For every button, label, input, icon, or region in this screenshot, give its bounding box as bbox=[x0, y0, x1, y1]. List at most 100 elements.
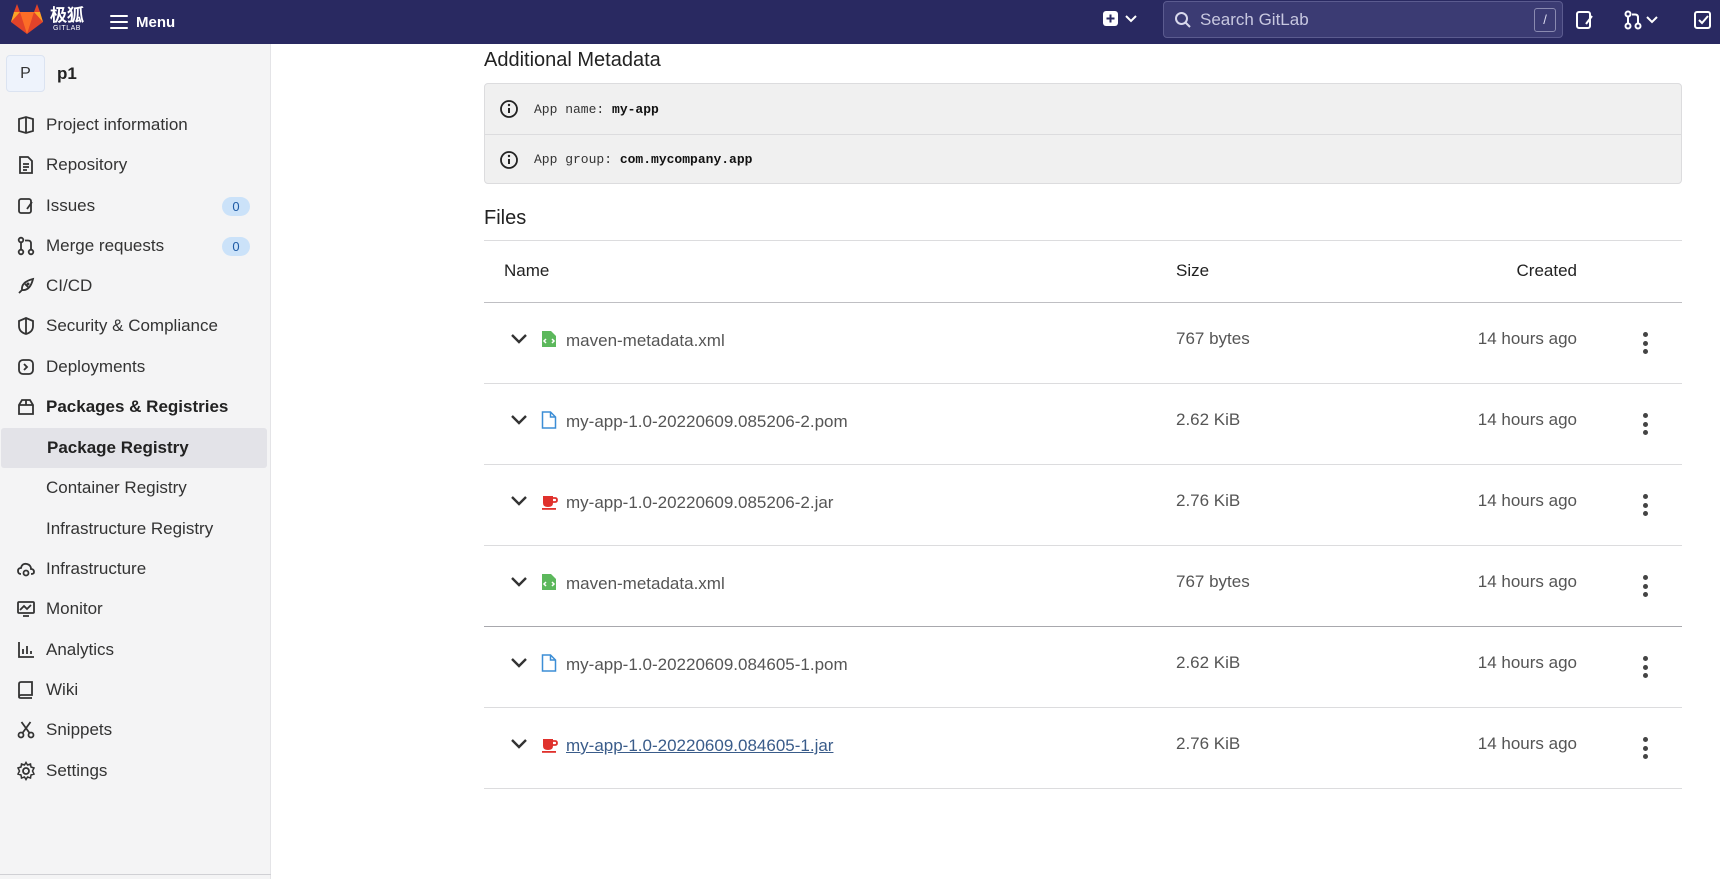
merge-requests-nav-button[interactable] bbox=[1623, 10, 1659, 35]
search-shortcut-key: / bbox=[1534, 7, 1556, 32]
sidebar-item-merge-requests[interactable]: Merge requests 0 bbox=[0, 226, 267, 266]
file-created-time: 14 hours ago bbox=[1477, 734, 1577, 753]
xml-file-icon bbox=[542, 331, 556, 347]
file-name-link[interactable]: maven-metadata.xml bbox=[566, 331, 725, 351]
xml-file-icon bbox=[542, 574, 556, 590]
chevron-down-icon[interactable] bbox=[510, 657, 528, 669]
more-actions-button[interactable] bbox=[1642, 494, 1648, 516]
metadata-text: App name: my-app bbox=[534, 102, 659, 117]
sidebar-subitem-package-registry[interactable]: Package Registry bbox=[1, 428, 267, 468]
sidebar-item-label: Settings bbox=[46, 761, 108, 780]
metadata-heading: Additional Metadata bbox=[484, 49, 661, 71]
search-icon bbox=[1175, 11, 1191, 28]
file-name-link[interactable]: maven-metadata.xml bbox=[566, 574, 725, 594]
sidebar-item-label: Deployments bbox=[46, 357, 146, 376]
sidebar-item-monitor[interactable]: Monitor bbox=[0, 589, 267, 629]
sidebar-item-wiki[interactable]: Wiki bbox=[0, 670, 267, 710]
file-size: 767 bytes bbox=[1176, 572, 1250, 591]
issues-nav-button[interactable] bbox=[1575, 10, 1595, 35]
chevron-down-icon[interactable] bbox=[510, 333, 528, 345]
issues-icon bbox=[18, 198, 33, 214]
chevron-down-icon[interactable] bbox=[510, 738, 528, 750]
issues-icon bbox=[1576, 11, 1593, 29]
chevron-down-icon[interactable] bbox=[510, 495, 528, 507]
sidebar-item-project-information[interactable]: Project information bbox=[0, 105, 267, 145]
table-row: my-app-1.0-20220609.085206-2.jar 2.76 Ki… bbox=[484, 465, 1682, 546]
metadata-value: com.mycompany.app bbox=[619, 152, 753, 167]
file-name-link[interactable]: my-app-1.0-20220609.084605-1.jar bbox=[566, 736, 833, 756]
table-row: maven-metadata.xml 767 bytes 14 hours ag… bbox=[484, 546, 1682, 627]
sidebar-item-ci-cd[interactable]: CI/CD bbox=[0, 266, 267, 306]
sidebar-item-label: Wiki bbox=[46, 680, 79, 699]
todo-check-icon bbox=[1694, 11, 1711, 29]
book-icon bbox=[18, 681, 33, 699]
file-size: 2.76 KiB bbox=[1176, 491, 1241, 510]
sidebar-item-analytics[interactable]: Analytics bbox=[0, 630, 267, 670]
more-actions-button[interactable] bbox=[1642, 413, 1648, 435]
project-icon bbox=[18, 116, 34, 134]
search-placeholder: Search GitLab bbox=[1200, 9, 1309, 29]
hamburger-icon bbox=[110, 15, 128, 29]
new-dropdown-button[interactable] bbox=[1102, 10, 1140, 33]
more-actions-button[interactable] bbox=[1642, 737, 1648, 759]
sidebar-item-label: Project information bbox=[46, 115, 188, 134]
gitlab-logo[interactable]: 极狐 GITLAB bbox=[10, 3, 84, 35]
sidebar-item-label: Container Registry bbox=[46, 478, 187, 497]
files-table: Name Size Created maven-metadata.xml 767… bbox=[484, 240, 1682, 789]
sidebar-item-security-compliance[interactable]: Security & Compliance bbox=[0, 306, 267, 346]
project-name: p1 bbox=[57, 63, 77, 83]
merge-requests-count-badge: 0 bbox=[222, 237, 250, 256]
sidebar-item-issues[interactable]: Issues 0 bbox=[0, 186, 267, 226]
sidebar-item-settings[interactable]: Settings bbox=[0, 751, 267, 791]
sidebar-item-label: Merge requests bbox=[46, 236, 165, 255]
sidebar-item-label: CI/CD bbox=[46, 276, 93, 295]
scissors-icon bbox=[17, 721, 35, 739]
more-actions-button[interactable] bbox=[1642, 575, 1648, 597]
file-size: 767 bytes bbox=[1176, 329, 1250, 348]
project-sidebar: P p1 Project information Repository Issu… bbox=[0, 44, 271, 879]
sidebar-item-deployments[interactable]: Deployments bbox=[0, 347, 267, 387]
sidebar-bottom-divider bbox=[0, 874, 271, 875]
info-icon bbox=[500, 151, 518, 169]
file-created-time: 14 hours ago bbox=[1477, 410, 1577, 429]
metadata-row-app-group: App group: com.mycompany.app bbox=[485, 134, 1681, 184]
sidebar-item-snippets[interactable]: Snippets bbox=[0, 710, 267, 750]
file-name-link[interactable]: my-app-1.0-20220609.085206-2.pom bbox=[566, 412, 848, 432]
menu-label: Menu bbox=[136, 13, 176, 31]
main-content: Additional Metadata App name: my-app App… bbox=[271, 44, 1720, 879]
chevron-down-icon[interactable] bbox=[510, 576, 528, 588]
search-input[interactable]: Search GitLab / bbox=[1163, 1, 1563, 38]
metadata-label: App name: bbox=[534, 101, 613, 117]
file-size: 2.62 KiB bbox=[1176, 653, 1241, 672]
metadata-box: App name: my-app App group: com.mycompan… bbox=[484, 83, 1682, 184]
menu-button[interactable]: Menu bbox=[110, 9, 175, 35]
document-file-icon bbox=[541, 654, 557, 672]
sidebar-item-label: Issues bbox=[46, 196, 96, 215]
sidebar-item-label: Security & Compliance bbox=[46, 316, 218, 335]
file-created-time: 14 hours ago bbox=[1477, 572, 1577, 591]
plus-square-icon bbox=[1103, 11, 1137, 26]
sidebar-item-label: Infrastructure bbox=[46, 559, 147, 578]
merge-request-icon bbox=[1624, 10, 1658, 30]
sidebar-item-packages-registries[interactable]: Packages & Registries bbox=[0, 387, 267, 427]
file-created-time: 14 hours ago bbox=[1477, 329, 1577, 348]
file-name-link[interactable]: my-app-1.0-20220609.084605-1.pom bbox=[566, 655, 848, 675]
monitor-icon bbox=[17, 601, 35, 617]
chevron-down-icon[interactable] bbox=[510, 414, 528, 426]
sidebar-subitem-container-registry[interactable]: Container Registry bbox=[0, 468, 267, 508]
sidebar-item-repository[interactable]: Repository bbox=[0, 145, 267, 185]
sidebar-subitem-infrastructure-registry[interactable]: Infrastructure Registry bbox=[0, 509, 267, 549]
logo-text: 极狐 bbox=[50, 5, 84, 25]
more-actions-button[interactable] bbox=[1642, 656, 1648, 678]
file-name-link[interactable]: my-app-1.0-20220609.085206-2.jar bbox=[566, 493, 833, 513]
todos-button[interactable] bbox=[1693, 10, 1713, 35]
table-row: my-app-1.0-20220609.084605-1.pom 2.62 Ki… bbox=[484, 627, 1682, 708]
logo-subtext: GITLAB bbox=[53, 24, 81, 32]
more-actions-button[interactable] bbox=[1642, 332, 1648, 354]
document-icon bbox=[19, 156, 33, 174]
issues-count-badge: 0 bbox=[222, 197, 250, 216]
table-header: Name Size Created bbox=[484, 240, 1682, 303]
project-header[interactable]: P p1 bbox=[6, 55, 77, 92]
gear-icon bbox=[16, 761, 36, 781]
sidebar-item-infrastructure[interactable]: Infrastructure bbox=[0, 549, 267, 589]
